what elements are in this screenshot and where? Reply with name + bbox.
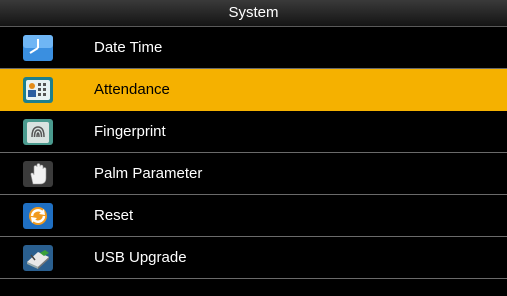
fingerprint-icon: [21, 117, 55, 147]
system-menu-screen: System Date Time Attendance Fingerprint …: [0, 0, 507, 296]
menu-item-palm-parameter[interactable]: Palm Parameter: [0, 153, 507, 195]
reset-icon: [21, 201, 55, 231]
clock-icon: [21, 33, 55, 63]
menu-item-label: Date Time: [94, 39, 163, 56]
menu-item-label: Reset: [94, 207, 134, 224]
menu-item-label: USB Upgrade: [94, 249, 187, 266]
menu-item-label: Palm Parameter: [94, 165, 203, 182]
usb-icon: [21, 243, 55, 273]
menu-item-fingerprint[interactable]: Fingerprint: [0, 111, 507, 153]
menu-item-reset[interactable]: Reset: [0, 195, 507, 237]
page-title: System: [0, 0, 507, 27]
menu-item-label: Attendance: [94, 81, 170, 98]
system-menu: Date Time Attendance Fingerprint Palm Pa…: [0, 27, 507, 279]
menu-item-label: Fingerprint: [94, 123, 166, 140]
attendance-icon: [21, 75, 55, 105]
menu-item-attendance[interactable]: Attendance: [0, 69, 507, 111]
menu-item-date-time[interactable]: Date Time: [0, 27, 507, 69]
menu-item-usb-upgrade[interactable]: USB Upgrade: [0, 237, 507, 279]
palm-icon: [21, 159, 55, 189]
